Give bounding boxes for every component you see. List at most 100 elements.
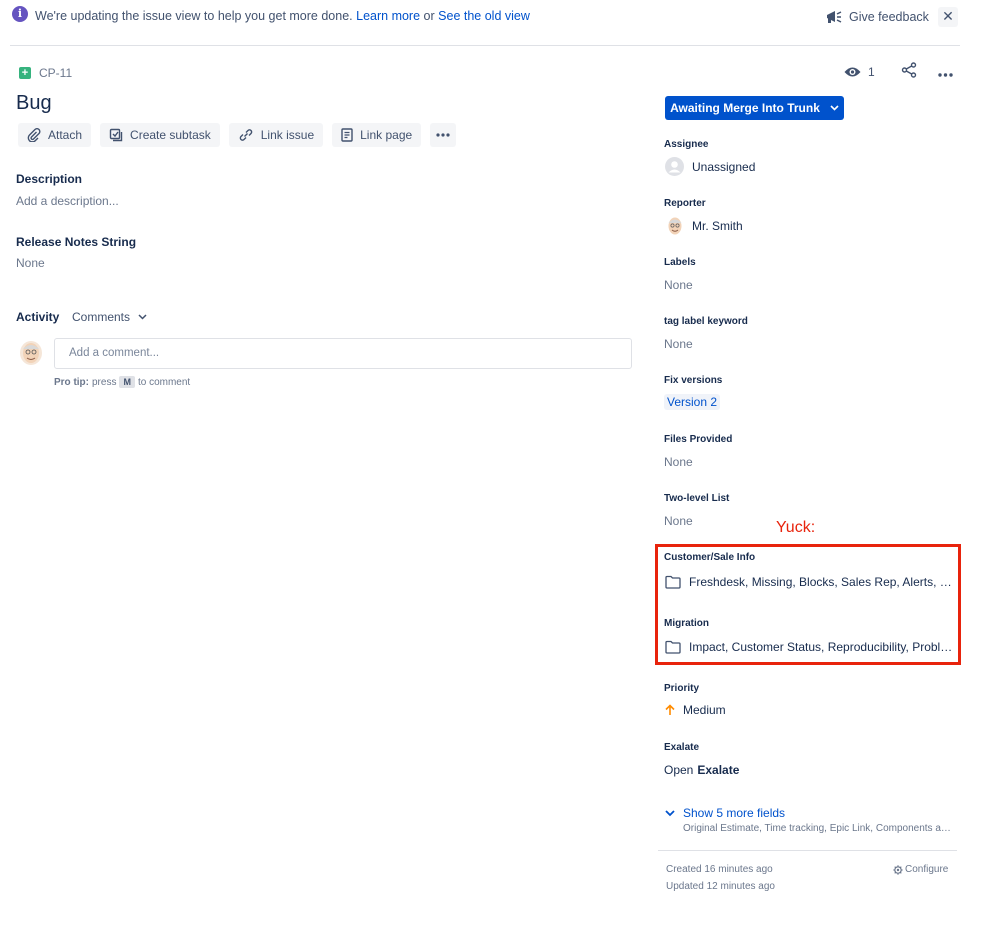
- activity-heading: Activity: [16, 310, 60, 324]
- issue-more-button[interactable]: [937, 64, 953, 80]
- migration-label: Migration: [664, 618, 709, 629]
- story-type-icon[interactable]: +: [19, 67, 31, 79]
- banner-or: or: [423, 9, 435, 23]
- old-view-link[interactable]: See the old view: [438, 9, 530, 23]
- more-horizontal-icon: [436, 133, 450, 137]
- folder-icon: [665, 575, 681, 589]
- issue-header-actions: 1: [844, 62, 953, 81]
- assignee-field[interactable]: Unassigned: [665, 157, 755, 176]
- chevron-down-icon: [830, 105, 839, 111]
- issue-toolbar: Attach Create subtask Link issue Link pa…: [18, 123, 457, 147]
- attach-button[interactable]: Attach: [18, 123, 92, 147]
- banner-text: We're updating the issue view to help yo…: [35, 9, 353, 23]
- protip-key: M: [119, 376, 135, 388]
- give-feedback-button[interactable]: Give feedback: [825, 9, 929, 25]
- description-placeholder[interactable]: Add a description...: [16, 194, 119, 208]
- banner-message: We're updating the issue view to help yo…: [35, 9, 530, 23]
- link-icon: [239, 129, 252, 141]
- activity-filter-dropdown[interactable]: Comments: [72, 310, 147, 324]
- annotation-text: Yuck:: [776, 519, 816, 536]
- assignee-label: Assignee: [664, 139, 709, 150]
- learn-more-link[interactable]: Learn more: [356, 9, 420, 23]
- two-level-list-value[interactable]: None: [664, 514, 693, 528]
- priority-value: Medium: [683, 703, 726, 717]
- chevron-down-icon: [138, 314, 147, 320]
- attach-label: Attach: [48, 128, 83, 142]
- subtask-icon: [109, 128, 123, 142]
- exalate-open-text: Open: [664, 763, 694, 777]
- migration-value: Impact, Customer Status, Reproducibility…: [689, 640, 953, 654]
- priority-medium-arrow-up-icon: [665, 704, 675, 715]
- configure-label: Configure: [905, 864, 949, 875]
- share-icon: [901, 62, 916, 78]
- customer-sale-info-value: Freshdesk, Missing, Blocks, Sales Rep, A…: [689, 575, 953, 589]
- share-button[interactable]: [901, 62, 917, 81]
- reporter-value: Mr. Smith: [692, 219, 743, 233]
- description-heading: Description: [16, 172, 83, 186]
- created-timestamp: Created 16 minutes ago: [666, 864, 773, 875]
- more-horizontal-icon: [937, 72, 953, 77]
- exalate-field[interactable]: Open Exalate: [664, 763, 739, 777]
- give-feedback-label: Give feedback: [849, 10, 929, 24]
- assignee-value: Unassigned: [692, 159, 756, 174]
- update-banner: i We're updating the issue view to help …: [0, 0, 999, 34]
- status-label: Awaiting Merge Into Trunk: [670, 101, 820, 115]
- protip-label: Pro tip:: [54, 376, 89, 388]
- issue-title[interactable]: Bug: [16, 92, 52, 115]
- banner-divider: [10, 45, 960, 46]
- configure-button[interactable]: Configure: [893, 864, 948, 875]
- eye-icon: [844, 67, 861, 76]
- more-fields-summary: Original Estimate, Time tracking, Epic L…: [683, 823, 951, 834]
- show-more-fields-label: Show 5 more fields: [683, 806, 786, 820]
- files-provided-value[interactable]: None: [664, 455, 693, 469]
- add-comment-input[interactable]: Add a comment...: [54, 338, 632, 369]
- customer-sale-info-field[interactable]: Freshdesk, Missing, Blocks, Sales Rep, A…: [665, 575, 953, 589]
- meta-divider: [658, 850, 957, 851]
- link-page-label: Link page: [360, 128, 413, 142]
- labels-label: Labels: [664, 257, 696, 268]
- megaphone-icon: [827, 11, 842, 23]
- close-icon: ✕: [942, 8, 954, 24]
- link-page-button[interactable]: Link page: [332, 123, 422, 147]
- release-notes-value[interactable]: None: [16, 256, 45, 270]
- chevron-down-icon: [665, 809, 675, 816]
- fix-versions-label: Fix versions: [664, 375, 723, 386]
- protip-rest: to comment: [137, 376, 191, 388]
- labels-value[interactable]: None: [664, 278, 693, 292]
- exalate-name: Exalate: [697, 763, 740, 777]
- folder-icon: [665, 640, 681, 654]
- files-provided-label: Files Provided: [664, 434, 733, 445]
- release-notes-heading: Release Notes String: [16, 235, 137, 249]
- status-transition-button[interactable]: Awaiting Merge Into Trunk: [665, 96, 844, 120]
- gear-icon: [893, 864, 903, 875]
- fix-version-tag[interactable]: Version 2: [664, 394, 721, 410]
- more-actions-button[interactable]: [430, 123, 457, 147]
- exalate-label: Exalate: [664, 742, 700, 753]
- issue-key-link[interactable]: CP-11: [39, 66, 72, 80]
- current-user-avatar: [20, 341, 42, 365]
- info-icon: i: [12, 6, 28, 22]
- tag-label-keyword-value[interactable]: None: [664, 337, 693, 351]
- show-more-fields-button[interactable]: Show 5 more fields Original Estimate, Ti…: [665, 806, 951, 834]
- create-subtask-label: Create subtask: [130, 128, 211, 142]
- close-banner-button[interactable]: ✕: [938, 7, 958, 27]
- migration-field[interactable]: Impact, Customer Status, Reproducibility…: [665, 640, 953, 654]
- default-avatar-icon: [665, 157, 684, 176]
- watch-button[interactable]: 1: [844, 65, 875, 79]
- link-issue-label: Link issue: [260, 128, 315, 142]
- protip-press: press: [92, 376, 117, 388]
- reporter-label: Reporter: [664, 198, 706, 209]
- comment-pro-tip: Pro tip: press M to comment: [54, 376, 190, 388]
- tag-label-keyword-label: tag label keyword: [664, 316, 748, 327]
- activity-filter-label: Comments: [72, 310, 131, 324]
- watcher-count: 1: [868, 64, 875, 79]
- reporter-field[interactable]: Mr. Smith: [666, 216, 743, 236]
- issue-breadcrumb: + CP-11: [19, 66, 72, 80]
- page-icon: [341, 128, 353, 142]
- updated-timestamp: Updated 12 minutes ago: [666, 881, 775, 892]
- create-subtask-button[interactable]: Create subtask: [100, 123, 220, 147]
- link-issue-button[interactable]: Link issue: [228, 123, 324, 147]
- priority-field[interactable]: Medium: [665, 703, 726, 717]
- priority-label: Priority: [664, 683, 700, 694]
- two-level-list-label: Two-level List: [664, 493, 730, 504]
